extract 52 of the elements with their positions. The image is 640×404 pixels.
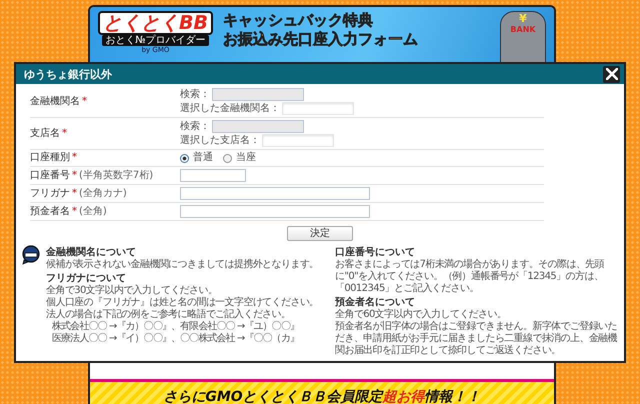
selected-label: 選択した金融機関名： [180, 102, 280, 114]
field-label: 口座種別 [30, 152, 70, 164]
text-field[interactable] [180, 205, 370, 218]
required-mark: * [72, 170, 77, 182]
field-hint: (半角英数字7桁) [79, 170, 154, 182]
required-mark: * [72, 206, 77, 218]
note-heading: 口座番号について [335, 247, 416, 258]
note-text: お客さまによっては7桁未満の場合があります。その際は、先頭に"0"を入れてください。（例）通帳番号が「12345」の方は、「0012345」とご記入ください。 [335, 259, 606, 295]
modal-title: ゆうちょ銀行以外 [24, 66, 112, 82]
field-label: 金融機関名 [30, 96, 80, 108]
logo-tagline: おとく№プロバイダー [102, 35, 209, 46]
radio-button[interactable] [180, 154, 189, 162]
mascot-icon [22, 245, 40, 265]
field-label: 口座番号 [30, 170, 70, 182]
required-mark: * [72, 152, 77, 164]
note-example: 医療法人〇〇 →『イ）〇〇』、〇〇株式会社 →『〇〇（カ』 [51, 333, 300, 345]
note-heading: 金融機関名について [46, 247, 137, 258]
note-heading: フリガナについて [46, 273, 127, 284]
field-label: 支店名 [30, 128, 60, 140]
header-title: お振込み先口座入力フォーム [222, 30, 418, 49]
note-text: 候補が表示されない金融機関につきましては提携外となります。 [46, 259, 320, 271]
field-label: 預金者名 [30, 206, 70, 218]
required-mark: * [62, 128, 67, 140]
radio-label: 普通 [193, 152, 213, 164]
radio-button[interactable] [223, 154, 232, 162]
submit-button[interactable]: 決定 [287, 226, 353, 241]
selected-value-field [262, 134, 334, 147]
selected-value-field [282, 102, 354, 115]
promo-text: さらにGMOとくとくＢＢ会員限定超お得情報！！ [163, 388, 481, 404]
note-example: 株式会社〇〇 →『カ）〇〇』、有限会社〇〇 →『ユ）〇〇』 [51, 321, 300, 332]
text-field[interactable] [180, 187, 370, 200]
search-label: 検索： [180, 120, 210, 132]
note-text: 法人の場合は下記の例をご参考に略語でご記入ください。 [46, 309, 292, 320]
field-hint: (全角) [79, 206, 107, 218]
account-number-field[interactable] [180, 169, 246, 182]
close-button[interactable] [603, 66, 620, 82]
radio-label: 当座 [236, 152, 256, 164]
note-text: 個人口座の『フリガナ』は姓と名の間は一文字空けてください。 [46, 297, 320, 308]
note-text: 全角で30文字以内で入力してください。 [46, 285, 218, 296]
required-mark: * [72, 188, 77, 200]
note-text: 預金者名が旧字体の場合はご登録できません。新字体でご登録いただき、申請用紙がお手元に届きましたら二重線で抹消の上、金融機関お届出印を訂正印として捺印してご返送ください。 [335, 321, 618, 357]
required-mark: * [82, 96, 87, 108]
note-text: 全角で60文字以内で入力してください。 [335, 309, 508, 320]
selected-label: 選択した支店名： [180, 134, 260, 146]
field-hint: (全角カナ) [79, 188, 127, 200]
header-title: キャッシュバック特典 [222, 11, 374, 30]
search-field[interactable] [212, 120, 304, 133]
note-heading: 預金者名について [335, 297, 416, 308]
logo-text: とくとくBB [98, 11, 213, 35]
search-label: 検索： [180, 88, 210, 100]
search-field[interactable] [212, 88, 304, 101]
field-label: フリガナ [30, 188, 70, 200]
